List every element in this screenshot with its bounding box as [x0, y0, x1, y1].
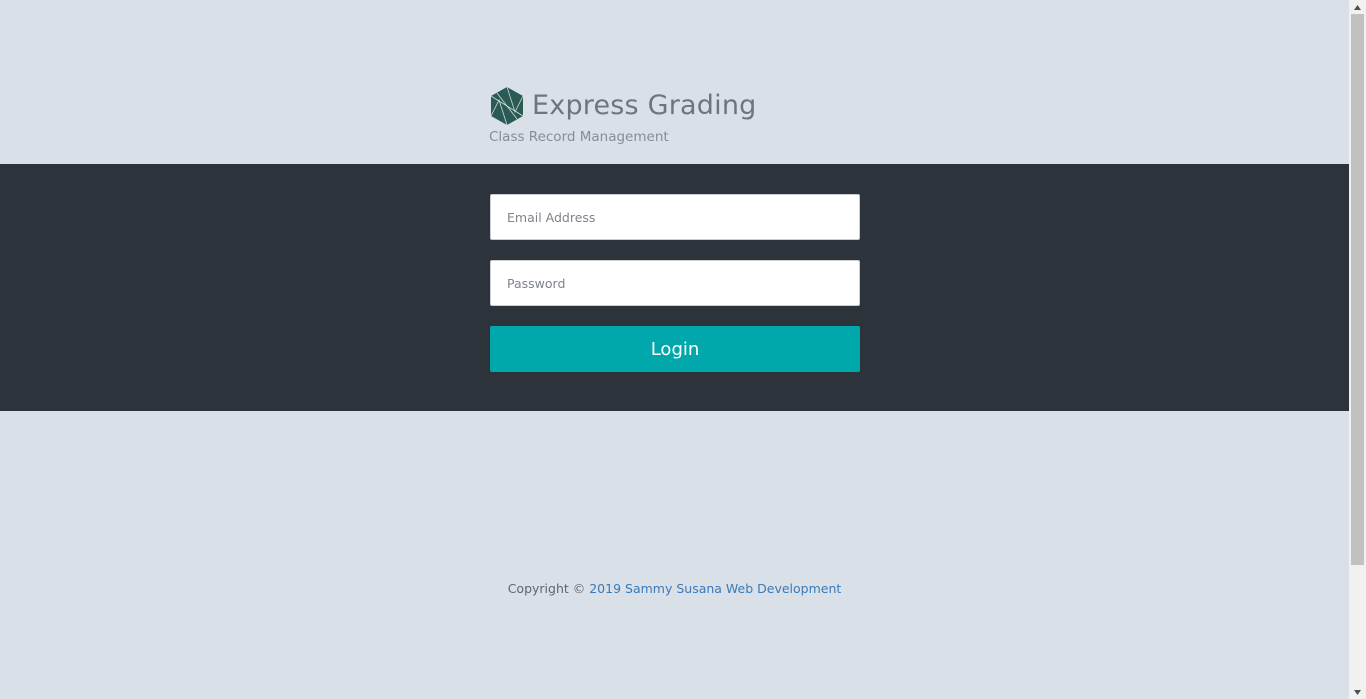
- brand-header: Express Grading Class Record Management: [489, 86, 889, 146]
- login-band: Login: [0, 164, 1349, 411]
- brand-row: Express Grading: [489, 86, 889, 126]
- scrollbar-thumb[interactable]: [1351, 14, 1364, 565]
- developer-link[interactable]: 2019 Sammy Susana Web Development: [589, 581, 841, 596]
- login-page: Express Grading Class Record Management …: [0, 0, 1349, 699]
- scroll-down-arrow-icon[interactable]: [1349, 685, 1366, 699]
- login-form: Login: [490, 194, 860, 372]
- login-button[interactable]: Login: [490, 326, 860, 372]
- hexagon-logo-icon: [490, 86, 524, 126]
- vertical-scrollbar[interactable]: [1349, 0, 1366, 699]
- app-subtitle: Class Record Management: [489, 129, 669, 145]
- footer: Copyright © 2019 Sammy Susana Web Develo…: [0, 580, 1349, 598]
- app-title: Express Grading: [532, 90, 757, 121]
- email-field[interactable]: [490, 194, 860, 240]
- scroll-up-arrow-icon[interactable]: [1349, 0, 1366, 14]
- password-field[interactable]: [490, 260, 860, 306]
- copyright-text: Copyright ©: [507, 581, 586, 596]
